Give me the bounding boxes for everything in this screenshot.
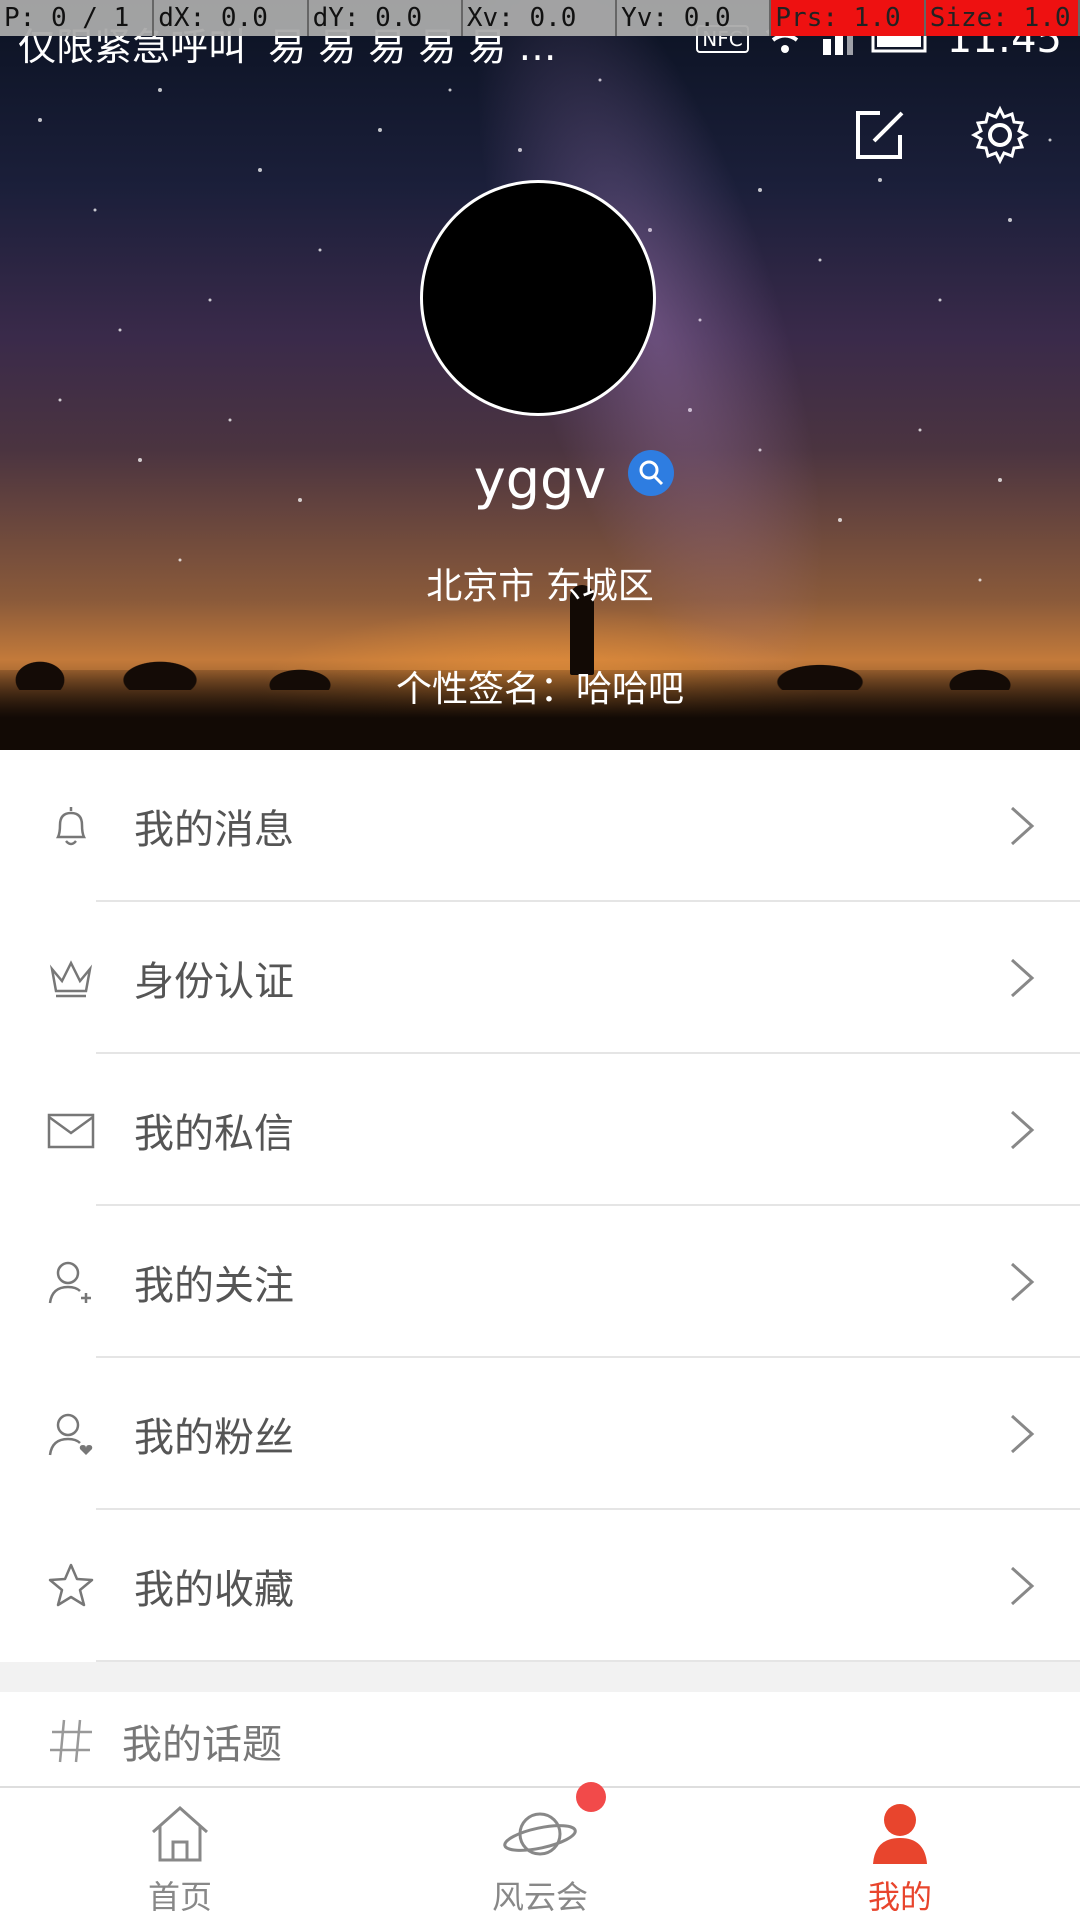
gear-icon[interactable]	[970, 105, 1030, 165]
planet-icon	[503, 1812, 577, 1856]
menu-item-label: 我的话题	[122, 1722, 282, 1768]
pointer-debug-bar: P: 0 / 1 dX: 0.0 dY: 0.0 Xv: 0.0 Yv: 0.0…	[0, 0, 1080, 36]
signature-label: 个性签名：	[395, 669, 576, 710]
menu-item-fans[interactable]: 我的粉丝	[0, 1358, 1080, 1510]
mail-icon	[47, 1113, 95, 1149]
menu-item-label: 我的消息	[134, 807, 294, 853]
hashtag-icon	[50, 1719, 92, 1763]
profile-icon	[873, 1804, 927, 1864]
tab-label: 首页	[147, 1878, 212, 1916]
divider	[96, 1660, 1080, 1662]
chevron-right-icon	[1010, 1110, 1035, 1150]
tab-home[interactable]: 首页	[0, 1788, 360, 1920]
verified-badge-icon	[628, 450, 674, 496]
top-actions	[850, 105, 1030, 165]
section-gap	[0, 1662, 1080, 1692]
tab-mine[interactable]: 我的	[720, 1788, 1080, 1920]
menu-item-label: 我的关注	[134, 1263, 294, 1309]
debug-dy: dY: 0.0	[309, 0, 463, 36]
user-fans-icon	[48, 1413, 93, 1456]
crown-icon	[49, 960, 93, 998]
signature-text: 哈哈吧	[576, 669, 685, 710]
location-text: 北京市 东城区	[426, 566, 654, 607]
chevron-right-icon	[1010, 1262, 1035, 1302]
debug-dx: dX: 0.0	[154, 0, 309, 36]
tab-label: 风云会	[491, 1878, 588, 1916]
menu-item-verification[interactable]: 身份认证	[0, 902, 1080, 1054]
debug-pointer-count: P: 0 / 1	[0, 0, 155, 36]
menu-item-label: 我的粉丝	[134, 1415, 294, 1461]
chevron-right-icon	[1010, 806, 1035, 846]
menu-item-label: 身份认证	[134, 959, 294, 1005]
avatar[interactable]	[420, 180, 656, 416]
notification-dot	[576, 1782, 606, 1812]
menu-item-label: 我的私信	[134, 1111, 294, 1157]
menu-item-favorites[interactable]: 我的收藏	[0, 1510, 1080, 1662]
debug-xv: Xv: 0.0	[463, 0, 618, 36]
bell-icon	[55, 807, 87, 846]
debug-size: Size: 1.0	[925, 0, 1080, 36]
screen: P: 0 / 1 dX: 0.0 dY: 0.0 Xv: 0.0 Yv: 0.0…	[0, 0, 1080, 1920]
user-follow-icon	[48, 1261, 91, 1304]
star-icon	[48, 1563, 94, 1607]
chevron-right-icon	[1010, 1414, 1035, 1454]
tab-label: 我的	[867, 1878, 932, 1916]
bottom-tab-bar: 首页 风云会 我的	[0, 1782, 1080, 1920]
menu-item-messages[interactable]: 我的消息	[0, 750, 1080, 902]
chevron-right-icon	[1010, 1566, 1035, 1606]
debug-yv: Yv: 0.0	[617, 0, 772, 36]
profile-menu-list: 我的消息 身份认证 我的私信 我的关注 我的粉丝 我的收藏 我的话题	[0, 750, 1080, 1790]
home-icon	[152, 1805, 208, 1862]
signature: 个性签名：哈哈吧	[0, 660, 1080, 712]
tab-fengyunhui[interactable]: 风云会	[360, 1788, 720, 1920]
debug-pressure: Prs: 1.0	[771, 0, 926, 36]
menu-item-private-messages[interactable]: 我的私信	[0, 1054, 1080, 1206]
menu-item-label: 我的收藏	[134, 1567, 294, 1613]
chevron-right-icon	[1010, 958, 1035, 998]
edit-icon[interactable]	[850, 105, 910, 165]
menu-item-following[interactable]: 我的关注	[0, 1206, 1080, 1358]
username: yggv	[473, 448, 607, 511]
menu-item-topics[interactable]: 我的话题	[0, 1692, 1080, 1790]
username-row: yggv	[0, 448, 1080, 511]
